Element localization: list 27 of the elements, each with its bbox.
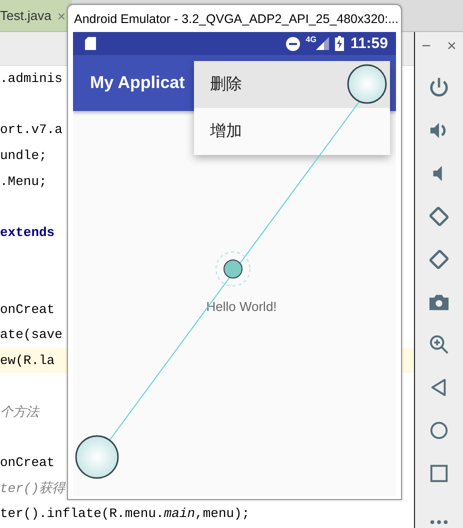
hello-text: Hello World! [206,299,277,315]
code-comment: 个方法 [0,404,39,421]
do-not-disturb-icon [286,36,300,50]
code-line: .Menu; [0,174,47,189]
code-line: ter().inflate(R.menu.main,menu); [0,506,250,522]
code-line: ate(save [0,327,62,342]
network-type-label: 4G [306,35,316,44]
code-line: ew(R.la [0,352,55,368]
window-title: Android Emulator - 3.2_QVGA_ADP2_API_25_480x320:... [73,10,400,28]
code-line: undle; [0,148,47,164]
menu-item[interactable]: 增加 [194,108,390,155]
code-line: onCreat [0,455,55,470]
status-time: 11:59 [350,35,388,52]
code-line: ort.v7.a [0,122,62,138]
close-button[interactable]: × [447,38,456,56]
app-title: My Applicat [90,73,185,93]
code-line: extends [0,224,55,240]
battery-charging-icon [335,36,344,51]
file-tab[interactable]: Test.java × [0,0,72,31]
code-line: onCreat [0,302,55,317]
zoom-icon[interactable] [427,333,451,356]
signal-icon [316,37,330,50]
power-icon[interactable] [427,76,451,99]
code-comment: ter()获得 [0,480,66,498]
sd-card-icon [85,37,96,50]
code-line: .adminis [0,71,62,86]
minimize-button[interactable]: − [422,38,431,56]
